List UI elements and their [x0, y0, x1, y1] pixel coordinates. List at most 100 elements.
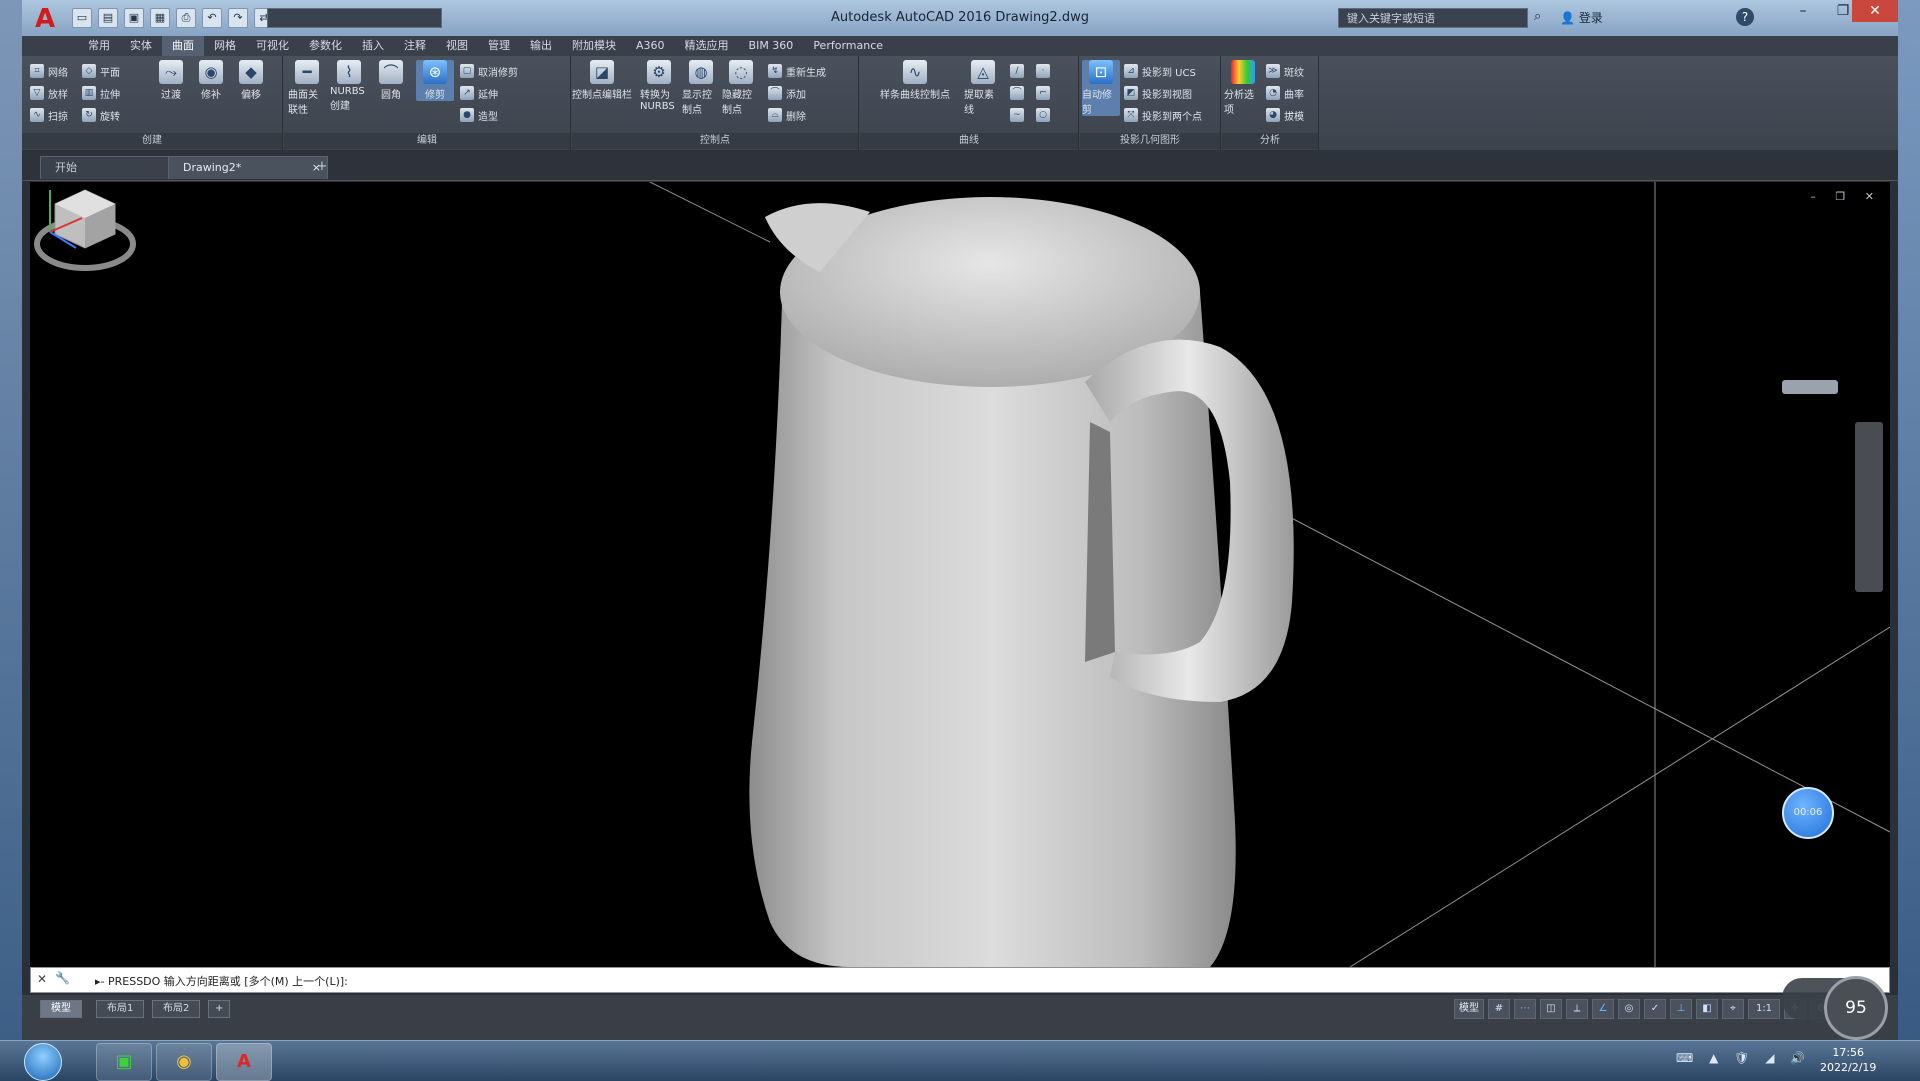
- ribbon-tab[interactable]: 注释: [394, 36, 436, 56]
- ribbon-button-curve-arc[interactable]: ⌒: [1010, 84, 1028, 102]
- ribbon-button-convert-nurbs[interactable]: ⚙ 转换为 NURBS: [640, 60, 678, 112]
- ribbon-tab[interactable]: 实体: [120, 36, 162, 56]
- ribbon-button-project-view[interactable]: ◩ 投影到视图: [1124, 84, 1192, 102]
- ribbon-button-sweep[interactable]: ∿ 扫掠: [30, 106, 68, 124]
- ribbon-tab[interactable]: 可视化: [246, 36, 299, 56]
- ribbon-button-patch[interactable]: ◉ 修补: [192, 60, 230, 101]
- tab-layout1[interactable]: 布局1: [96, 1000, 145, 1018]
- ribbon-button-loft[interactable]: ▽ 放样: [30, 84, 68, 102]
- ribbon-button-fillet[interactable]: ━ 曲面关联性: [288, 60, 326, 116]
- ribbon-button-project-two-points[interactable]: ⤧ 投影到两个点: [1124, 106, 1202, 124]
- ribbon-button-blend[interactable]: ⤳ 过渡: [152, 60, 190, 101]
- ribbon-button-extend[interactable]: ↗ 延伸: [460, 84, 498, 102]
- status-toggle-icon[interactable]: #: [1488, 999, 1510, 1019]
- ribbon-button-curve-circle[interactable]: ○: [1036, 106, 1054, 124]
- ribbon-button-offset[interactable]: ◆ 偏移: [232, 60, 270, 101]
- command-line[interactable]: ✕ 🔧 ▸- PRESSDO 输入方向距离或 [多个(M) 上一个(L)]:: [30, 967, 1890, 993]
- ribbon-group-label[interactable]: 创建: [22, 133, 282, 149]
- status-toggle-icon[interactable]: ⊥: [1670, 999, 1692, 1019]
- ribbon-button-spline-cv[interactable]: ∿ 样条曲线控制点: [870, 60, 960, 101]
- ribbon-button-extrude[interactable]: ▥ 拉伸: [82, 84, 120, 102]
- ribbon-button-untrim[interactable]: ▢ 取消修剪: [460, 62, 518, 80]
- status-toggle-icon[interactable]: ◫: [1540, 999, 1562, 1019]
- ribbon-button-network[interactable]: ⌗ 网络: [30, 62, 68, 80]
- navigation-bar[interactable]: [1855, 422, 1883, 592]
- status-toggle-icon[interactable]: ◎: [1618, 999, 1640, 1019]
- ribbon-tab[interactable]: 视图: [436, 36, 478, 56]
- ribbon-button-project-ucs[interactable]: ⊿ 投影到 UCS: [1124, 62, 1196, 80]
- search-icon[interactable]: ⌕: [1534, 9, 1541, 24]
- chrome-icon[interactable]: ◉: [156, 1043, 212, 1081]
- ribbon-tab[interactable]: 常用: [78, 36, 120, 56]
- ribbon-tab[interactable]: Performance: [803, 36, 893, 56]
- ribbon-button-rebuild[interactable]: ↯ 重新生成: [768, 62, 826, 80]
- add-layout-button[interactable]: +: [208, 1000, 231, 1018]
- ribbon-button-extract-isoline[interactable]: ◬ 提取素线: [964, 60, 1002, 116]
- customize-icon[interactable]: 🔧: [55, 971, 70, 985]
- wechat-icon[interactable]: ▣: [96, 1043, 152, 1081]
- wcs-label[interactable]: [1782, 380, 1838, 394]
- ribbon-button-revolve[interactable]: ↻ 旋转: [82, 106, 120, 124]
- ribbon-tab[interactable]: 精选应用: [675, 36, 739, 56]
- ribbon-tab[interactable]: 附加模块: [562, 36, 626, 56]
- ribbon-button-planar[interactable]: ◇ 平面: [82, 62, 120, 80]
- ribbon-tab[interactable]: 插入: [352, 36, 394, 56]
- command-prompt[interactable]: ▸- PRESSDO 输入方向距离或 [多个(M) 上一个(L)]:: [95, 973, 348, 989]
- ribbon-button-auto-trim[interactable]: ⊡ 自动修剪: [1082, 60, 1120, 116]
- ribbon-button-curve-point[interactable]: ·: [1036, 62, 1054, 80]
- ribbon-button-show-cv[interactable]: ◍ 显示控制点: [682, 60, 720, 116]
- status-toggle-icon[interactable]: ⋯: [1514, 999, 1536, 1019]
- tab-layout2[interactable]: 布局2: [152, 1000, 201, 1018]
- speed-dial-widget[interactable]: 95: [1824, 976, 1888, 1040]
- nurbs-icon: ⌇: [337, 60, 361, 84]
- model-space-button[interactable]: 模型: [1454, 999, 1484, 1019]
- minimize-button[interactable]: –: [1782, 0, 1824, 22]
- help-icon[interactable]: ?: [1736, 8, 1754, 26]
- ribbon-tab[interactable]: BIM 360: [739, 36, 804, 56]
- ribbon-tab[interactable]: A360: [626, 36, 675, 56]
- ribbon-group-label[interactable]: 曲线: [860, 133, 1078, 149]
- viewport-window-controls[interactable]: – ❐ ✕: [1810, 190, 1882, 203]
- ribbon-button-curvature[interactable]: ◔ 曲率: [1266, 84, 1304, 102]
- ribbon-group-label[interactable]: 编辑: [284, 133, 570, 149]
- ribbon-button-sculpt[interactable]: ● 造型: [460, 106, 498, 124]
- tab-start[interactable]: 开始: [40, 156, 170, 179]
- clock[interactable]: 17:56 2022/2/19: [1820, 1045, 1876, 1075]
- ribbon-tab[interactable]: 管理: [478, 36, 520, 56]
- autocad-taskbar-icon[interactable]: A: [216, 1043, 272, 1081]
- ribbon-button-trim[interactable]: ⊛ 修剪: [416, 60, 454, 101]
- ribbon-tab[interactable]: 曲面: [162, 36, 204, 56]
- tab-model[interactable]: 模型: [40, 1000, 82, 1018]
- tab-drawing2[interactable]: Drawing2* ×: [168, 156, 328, 179]
- ribbon-tab[interactable]: 输出: [520, 36, 562, 56]
- ribbon-tab[interactable]: 参数化: [299, 36, 352, 56]
- signin-button[interactable]: 👤 登录: [1560, 9, 1603, 26]
- status-toggle-icon[interactable]: ◧: [1696, 999, 1718, 1019]
- ribbon-button-draft[interactable]: ◕ 拔模: [1266, 106, 1304, 124]
- recording-timer-badge[interactable]: 00:06: [1782, 787, 1834, 839]
- ribbon-button-curve-polyline[interactable]: ⌐: [1036, 84, 1054, 102]
- ribbon-button-analysis-options[interactable]: 分析选项: [1224, 60, 1262, 116]
- ribbon-button-cv-edit-bar[interactable]: ◪ 控制点编辑栏: [572, 60, 632, 101]
- ribbon-button-add-cv[interactable]: ⌒ 添加: [768, 84, 806, 102]
- ribbon-button-zebra[interactable]: ≫ 斑纹: [1266, 62, 1304, 80]
- ribbon-button-curve-line[interactable]: /: [1010, 62, 1028, 80]
- close-button[interactable]: ✕: [1852, 0, 1898, 22]
- ribbon-button-remove-cv[interactable]: ⌓ 删除: [768, 106, 806, 124]
- drawing-viewport[interactable]: – ❐ ✕ 00:06: [30, 182, 1890, 967]
- ribbon-tab[interactable]: 网格: [204, 36, 246, 56]
- close-icon[interactable]: ✕: [37, 972, 47, 986]
- ribbon-button-round[interactable]: ⌒ 圆角: [372, 60, 410, 101]
- ribbon-button-nurbs-create[interactable]: ⌇ NURBS 创建: [330, 60, 368, 112]
- status-toggle-icon[interactable]: ∠: [1592, 999, 1614, 1019]
- annotation-scale-button[interactable]: 1:1: [1748, 999, 1780, 1019]
- status-toggle-icon[interactable]: ⟂: [1566, 999, 1588, 1019]
- status-toggle-icon[interactable]: ⌖: [1722, 999, 1744, 1019]
- start-button[interactable]: [24, 1043, 62, 1081]
- status-toggle-icon[interactable]: ✓: [1644, 999, 1666, 1019]
- new-tab-button[interactable]: +: [312, 158, 332, 176]
- search-input[interactable]: 键入关键字或短语: [1338, 8, 1528, 28]
- ribbon-button-hide-cv[interactable]: ◌ 隐藏控制点: [722, 60, 760, 116]
- system-tray[interactable]: ⌨ ▲ 🛡 ◢ 🔊: [1676, 1051, 1811, 1065]
- ribbon-button-curve-spline[interactable]: ~: [1010, 106, 1028, 124]
